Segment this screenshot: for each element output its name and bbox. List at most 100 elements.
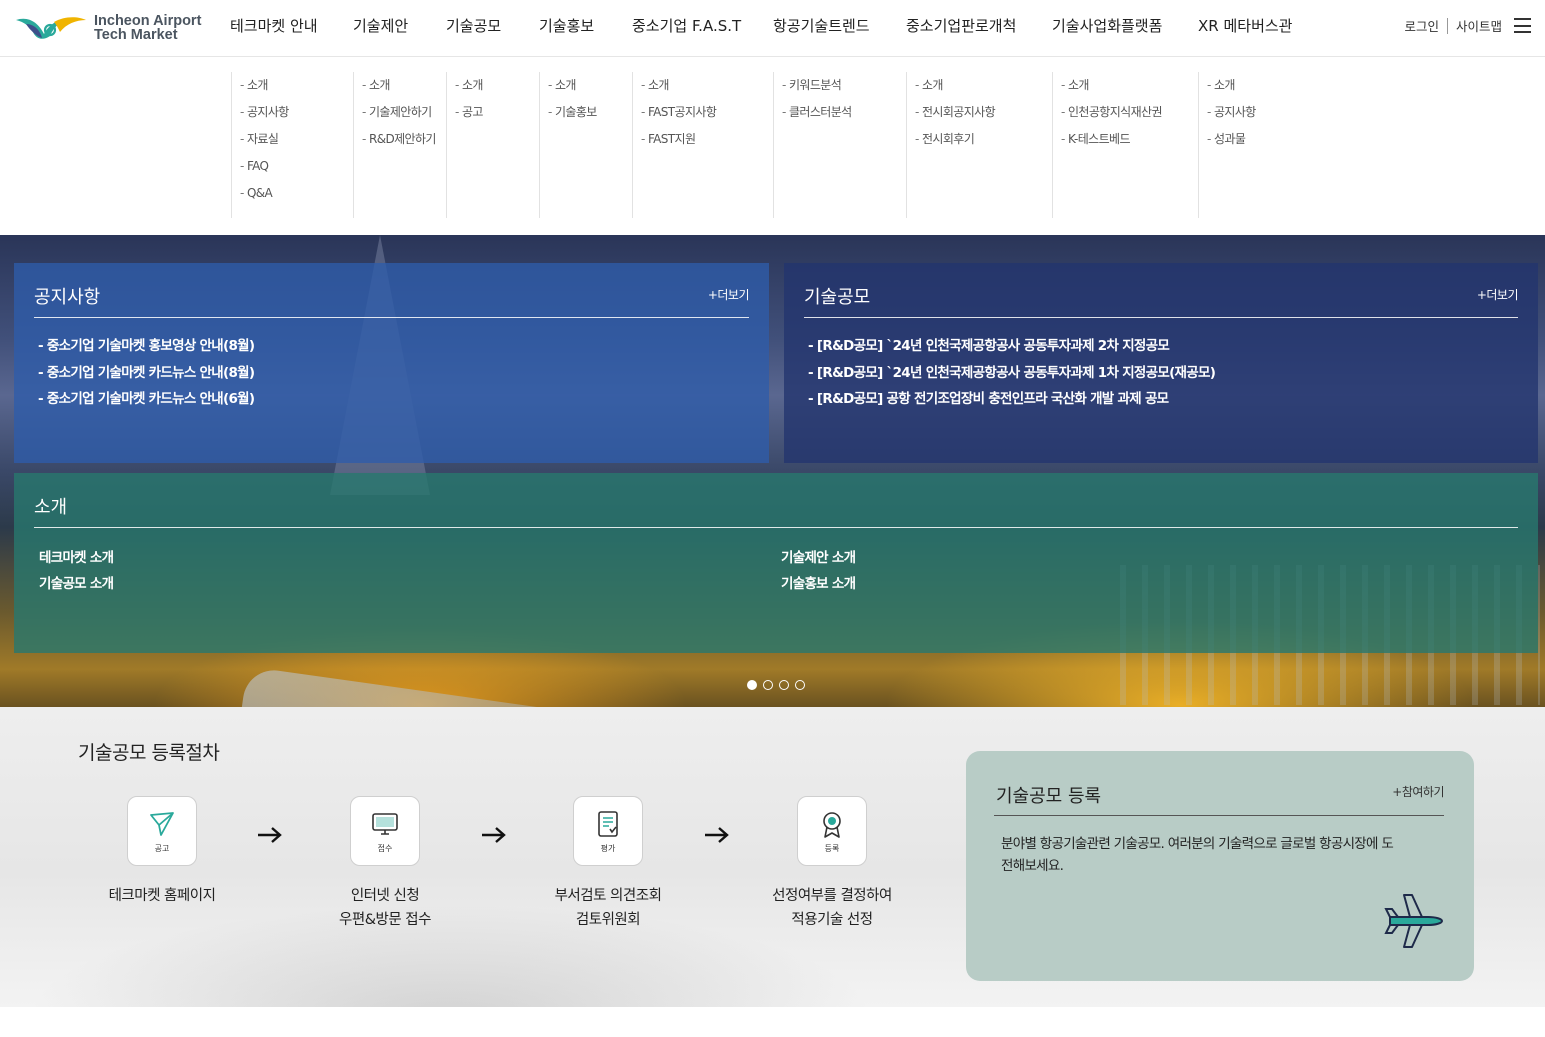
nav-item-tech-promotion[interactable]: 기술홍보 [539, 15, 594, 36]
notice-item[interactable]: 중소기업 기술마켓 카드뉴스 안내(8월) [38, 363, 255, 390]
hamburger-menu-icon[interactable] [1514, 18, 1531, 33]
arrow-right-icon [258, 827, 282, 843]
utility-menu: 로그인 사이트맵 [1404, 16, 1531, 35]
divider [1446, 17, 1448, 34]
divider [34, 317, 749, 318]
step-announce-box: 공고 [127, 796, 197, 866]
nav-item-commercialization[interactable]: 기술사업화플랫폼 [1052, 15, 1162, 36]
contest-item[interactable]: [R&D공모] 공항 전기조업장비 충전인프라 국산화 개발 과제 공모 [808, 389, 1215, 416]
mega-item[interactable]: FAQ [240, 153, 353, 180]
divider [804, 317, 1518, 318]
register-title: 기술공모 등록 [996, 786, 1102, 807]
contest-title: 기술공모 [804, 287, 871, 308]
mega-item[interactable]: 소개 [455, 72, 539, 99]
step-caption: 평가 [600, 843, 616, 853]
step-description: 테크마켓 홈페이지 [62, 884, 262, 908]
mega-item[interactable]: 전시회공지사항 [915, 99, 1052, 126]
intro-link-promotion[interactable]: 기술홍보 소개 [781, 572, 856, 592]
paper-plane-icon [150, 811, 174, 836]
mega-item[interactable]: 전시회후기 [915, 126, 1052, 153]
step-receipt-box: 접수 [350, 796, 420, 866]
mega-item[interactable]: FAST지원 [641, 126, 773, 153]
register-join-link[interactable]: +참여하기 [1392, 783, 1444, 800]
mega-col-trend: 키워드분석 클러스터분석 [773, 72, 906, 218]
slider-pagination [747, 680, 805, 690]
mega-col-techmarket: 소개 공지사항 자료실 FAQ Q&A [231, 72, 353, 218]
step-description-line: 선정여부를 결정하여 [772, 888, 892, 904]
mega-item[interactable]: 공고 [455, 99, 539, 126]
slider-dot-1[interactable] [747, 680, 757, 690]
intro-link-contest[interactable]: 기술공모 소개 [39, 572, 114, 592]
step-evaluation-box: 평가 [573, 796, 643, 866]
nav-item-sme-market[interactable]: 중소기업판로개척 [906, 15, 1016, 36]
mega-col-sme-market: 소개 전시회공지사항 전시회후기 [906, 72, 1052, 218]
slider-dot-2[interactable] [763, 680, 773, 690]
mega-item[interactable]: 기술제안하기 [362, 99, 446, 126]
mega-item[interactable]: 키워드분석 [782, 72, 906, 99]
divider [994, 815, 1444, 816]
step-description-line: 인터넷 신청 [350, 888, 420, 904]
notice-item[interactable]: 중소기업 기술마켓 카드뉴스 안내(6월) [38, 389, 255, 416]
site-header: Incheon Airport Tech Market 테크마켓 안내 기술제안… [0, 0, 1545, 57]
mega-col-fast: 소개 FAST공지사항 FAST지원 [632, 72, 773, 218]
contest-more-link[interactable]: +더보기 [1477, 286, 1519, 303]
step-description: 부서검토 의견조회 검토위원회 [508, 884, 708, 932]
notice-list: 중소기업 기술마켓 홍보영상 안내(8월) 중소기업 기술마켓 카드뉴스 안내(… [38, 336, 255, 416]
mega-item[interactable]: 소개 [548, 72, 632, 99]
mega-item[interactable]: 소개 [1207, 72, 1318, 99]
intro-link-proposal[interactable]: 기술제안 소개 [781, 546, 856, 566]
nav-item-techmarket-guide[interactable]: 테크마켓 안내 [230, 15, 318, 36]
step-description: 선정여부를 결정하여 적용기술 선정 [732, 884, 932, 932]
mega-col-commercialization: 소개 인천공항지식재산권 K-테스트베드 [1052, 72, 1198, 218]
step-caption: 공고 [154, 843, 170, 853]
mega-item[interactable]: 인천공항지식재산권 [1061, 99, 1198, 126]
arrow-right-icon [705, 827, 729, 843]
step-description-line: 우편&방문 접수 [339, 912, 431, 928]
contest-item[interactable]: [R&D공모] `24년 인천국제공항공사 공동투자과제 1차 지정공모(재공모… [808, 363, 1216, 390]
notice-item[interactable]: 중소기업 기술마켓 홍보영상 안내(8월) [38, 336, 255, 363]
mega-item[interactable]: 기술홍보 [548, 99, 632, 126]
intro-title: 소개 [34, 497, 68, 518]
monitor-icon [372, 812, 398, 835]
contest-list: [R&D공모] `24년 인천국제공항공사 공동투자과제 2차 지정공모 [R&… [808, 336, 1216, 416]
mega-item[interactable]: 자료실 [240, 126, 353, 153]
mega-item[interactable]: 소개 [641, 72, 773, 99]
document-icon [598, 810, 618, 837]
mega-item[interactable]: 클러스터분석 [782, 99, 906, 126]
procedure-title: 기술공모 등록절차 [78, 742, 220, 764]
mega-col-contest: 소개 공고 [446, 72, 539, 218]
mega-item[interactable]: 소개 [1061, 72, 1198, 99]
mega-item[interactable]: 소개 [240, 72, 353, 99]
step-description: 인터넷 신청 우편&방문 접수 [285, 884, 485, 932]
divider [34, 527, 1518, 528]
mega-item[interactable]: 성과물 [1207, 126, 1318, 153]
mega-item[interactable]: R&D제안하기 [362, 126, 446, 153]
sitemap-link[interactable]: 사이트맵 [1456, 16, 1502, 35]
nav-item-aviation-trend[interactable]: 항공기술트렌드 [773, 15, 870, 36]
slider-dot-3[interactable] [779, 680, 789, 690]
step-description-line: 적용기술 선정 [791, 912, 873, 928]
site-logo[interactable]: Incheon Airport Tech Market [14, 8, 214, 48]
slider-dot-4[interactable] [795, 680, 805, 690]
mega-item[interactable]: 소개 [362, 72, 446, 99]
nav-item-tech-contest[interactable]: 기술공모 [446, 15, 501, 36]
step-caption: 접수 [377, 843, 393, 853]
notice-more-link[interactable]: +더보기 [708, 286, 750, 303]
login-link[interactable]: 로그인 [1404, 16, 1439, 35]
mega-col-xr: 소개 공지사항 성과물 [1198, 72, 1318, 218]
mega-item[interactable]: K-테스트베드 [1061, 126, 1198, 153]
mega-col-promotion: 소개 기술홍보 [539, 72, 632, 218]
nav-item-tech-proposal[interactable]: 기술제안 [353, 15, 408, 36]
mega-item[interactable]: Q&A [240, 180, 353, 207]
nav-item-sme-fast[interactable]: 중소기업 F.A.S.T [632, 15, 741, 36]
nav-item-xr-metaverse[interactable]: XR 메타버스관 [1198, 15, 1292, 36]
mega-item[interactable]: 공지사항 [240, 99, 353, 126]
contest-item[interactable]: [R&D공모] `24년 인천국제공항공사 공동투자과제 2차 지정공모 [808, 336, 1215, 363]
mega-item[interactable]: 공지사항 [1207, 99, 1318, 126]
mega-item[interactable]: 소개 [915, 72, 1052, 99]
hero-background-airplane [237, 666, 803, 707]
logo-line-1: Incheon Airport [94, 13, 202, 29]
step-description-line: 부서검토 의견조회 [554, 888, 662, 904]
intro-link-techmarket[interactable]: 테크마켓 소개 [39, 546, 114, 566]
mega-item[interactable]: FAST공지사항 [641, 99, 773, 126]
